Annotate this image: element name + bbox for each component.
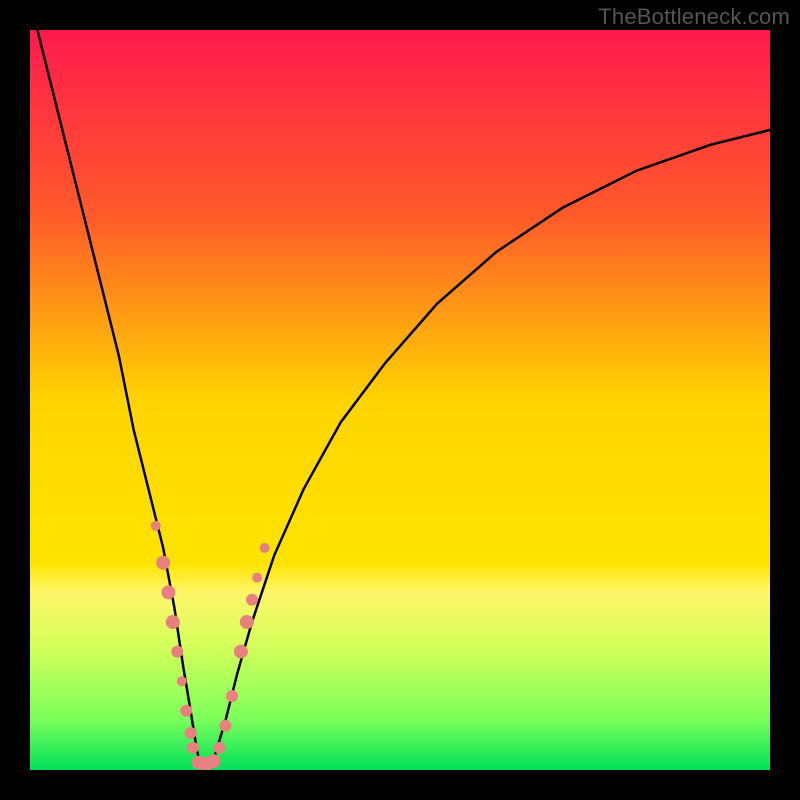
- data-point: [260, 543, 270, 553]
- data-point: [177, 676, 187, 686]
- chart-svg: [30, 30, 770, 770]
- data-point: [180, 705, 192, 717]
- data-point: [151, 521, 161, 531]
- data-point: [207, 754, 221, 768]
- data-point: [234, 645, 248, 659]
- data-point: [156, 556, 170, 570]
- data-point: [252, 573, 262, 583]
- data-point: [213, 742, 225, 754]
- data-point: [240, 615, 254, 629]
- data-point: [166, 615, 180, 629]
- gradient-background: [30, 30, 770, 770]
- data-point: [171, 646, 183, 658]
- chart-frame: TheBottleneck.com: [0, 0, 800, 800]
- plot-area: [30, 30, 770, 770]
- data-point: [187, 742, 199, 754]
- watermark-text: TheBottleneck.com: [598, 4, 790, 30]
- data-point: [161, 585, 175, 599]
- data-point: [246, 594, 258, 606]
- data-point: [226, 690, 238, 702]
- data-point: [185, 727, 197, 739]
- data-point: [219, 720, 231, 732]
